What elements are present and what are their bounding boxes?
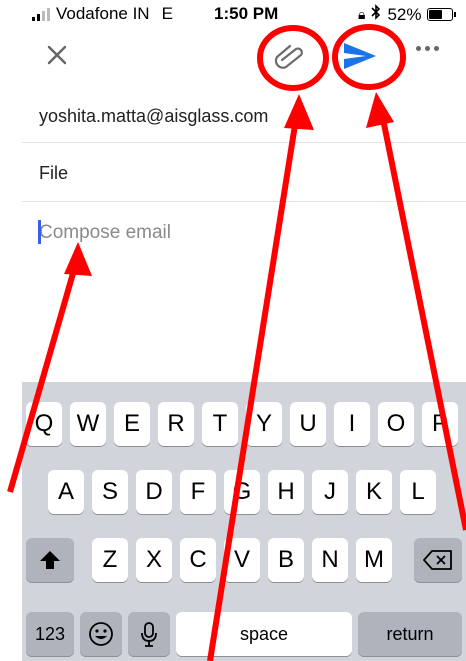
emoji-key[interactable] bbox=[80, 612, 122, 656]
carrier-info: Vodafone IN E bbox=[32, 4, 173, 24]
numbers-key[interactable]: 123 bbox=[26, 612, 74, 656]
space-key[interactable]: space bbox=[176, 612, 352, 656]
delete-key[interactable] bbox=[414, 538, 462, 582]
battery-fill bbox=[429, 10, 442, 19]
orientation-lock-icon: 🔒︎ bbox=[358, 6, 366, 22]
key-c[interactable]: C bbox=[180, 538, 216, 582]
status-right: 🔒︎ 52% bbox=[358, 4, 457, 25]
return-key[interactable]: return bbox=[358, 612, 462, 656]
battery-icon bbox=[427, 8, 457, 21]
key-r[interactable]: R bbox=[158, 402, 194, 446]
paperclip-icon[interactable] bbox=[270, 40, 310, 75]
key-g[interactable]: G bbox=[224, 470, 260, 514]
key-x[interactable]: X bbox=[136, 538, 172, 582]
key-t[interactable]: T bbox=[202, 402, 238, 446]
key-k[interactable]: K bbox=[356, 470, 392, 514]
network-type: E bbox=[161, 4, 173, 23]
delete-icon bbox=[423, 550, 452, 570]
key-e[interactable]: E bbox=[114, 402, 150, 446]
signal-icon bbox=[32, 7, 50, 21]
more-icon[interactable] bbox=[416, 46, 439, 51]
key-n[interactable]: N bbox=[312, 538, 348, 582]
key-z[interactable]: Z bbox=[92, 538, 128, 582]
mic-key[interactable] bbox=[128, 612, 170, 656]
key-h[interactable]: H bbox=[268, 470, 304, 514]
key-l[interactable]: L bbox=[400, 470, 436, 514]
key-u[interactable]: U bbox=[290, 402, 326, 446]
bluetooth-icon bbox=[371, 4, 381, 25]
carrier-name: Vodafone IN bbox=[56, 4, 150, 23]
key-s[interactable]: S bbox=[92, 470, 128, 514]
keyboard: Q W E R T Y U I O P A S D F G H J K L Z … bbox=[22, 382, 466, 661]
key-o[interactable]: O bbox=[378, 402, 414, 446]
key-v[interactable]: V bbox=[224, 538, 260, 582]
compose-toolbar bbox=[0, 28, 466, 84]
key-p[interactable]: P bbox=[422, 402, 458, 446]
body-placeholder: Compose email bbox=[39, 222, 171, 243]
emoji-icon bbox=[89, 622, 113, 646]
battery-percent: 52% bbox=[387, 4, 422, 24]
text-cursor bbox=[38, 220, 41, 244]
key-b[interactable]: B bbox=[268, 538, 304, 582]
shift-icon bbox=[40, 551, 60, 569]
subject-field[interactable]: File bbox=[22, 143, 466, 202]
compose-body[interactable]: Compose email bbox=[22, 202, 466, 382]
key-m[interactable]: M bbox=[356, 538, 392, 582]
key-j[interactable]: J bbox=[312, 470, 348, 514]
key-w[interactable]: W bbox=[70, 402, 106, 446]
subject-value: File bbox=[39, 163, 69, 183]
status-bar: Vodafone IN E 1:50 PM 🔒︎ 52% bbox=[0, 0, 466, 28]
microphone-icon bbox=[141, 622, 157, 647]
key-i[interactable]: I bbox=[334, 402, 370, 446]
key-a[interactable]: A bbox=[48, 470, 84, 514]
to-field[interactable]: yoshita.matta@aisglass.com bbox=[22, 90, 466, 143]
shift-key[interactable] bbox=[26, 538, 74, 582]
status-time: 1:50 PM bbox=[214, 4, 279, 23]
to-value: yoshita.matta@aisglass.com bbox=[39, 106, 269, 126]
send-icon[interactable] bbox=[342, 40, 378, 77]
key-d[interactable]: D bbox=[136, 470, 172, 514]
key-q[interactable]: Q bbox=[26, 402, 62, 446]
key-f[interactable]: F bbox=[180, 470, 216, 514]
key-y[interactable]: Y bbox=[246, 402, 282, 446]
close-icon[interactable] bbox=[40, 38, 74, 72]
